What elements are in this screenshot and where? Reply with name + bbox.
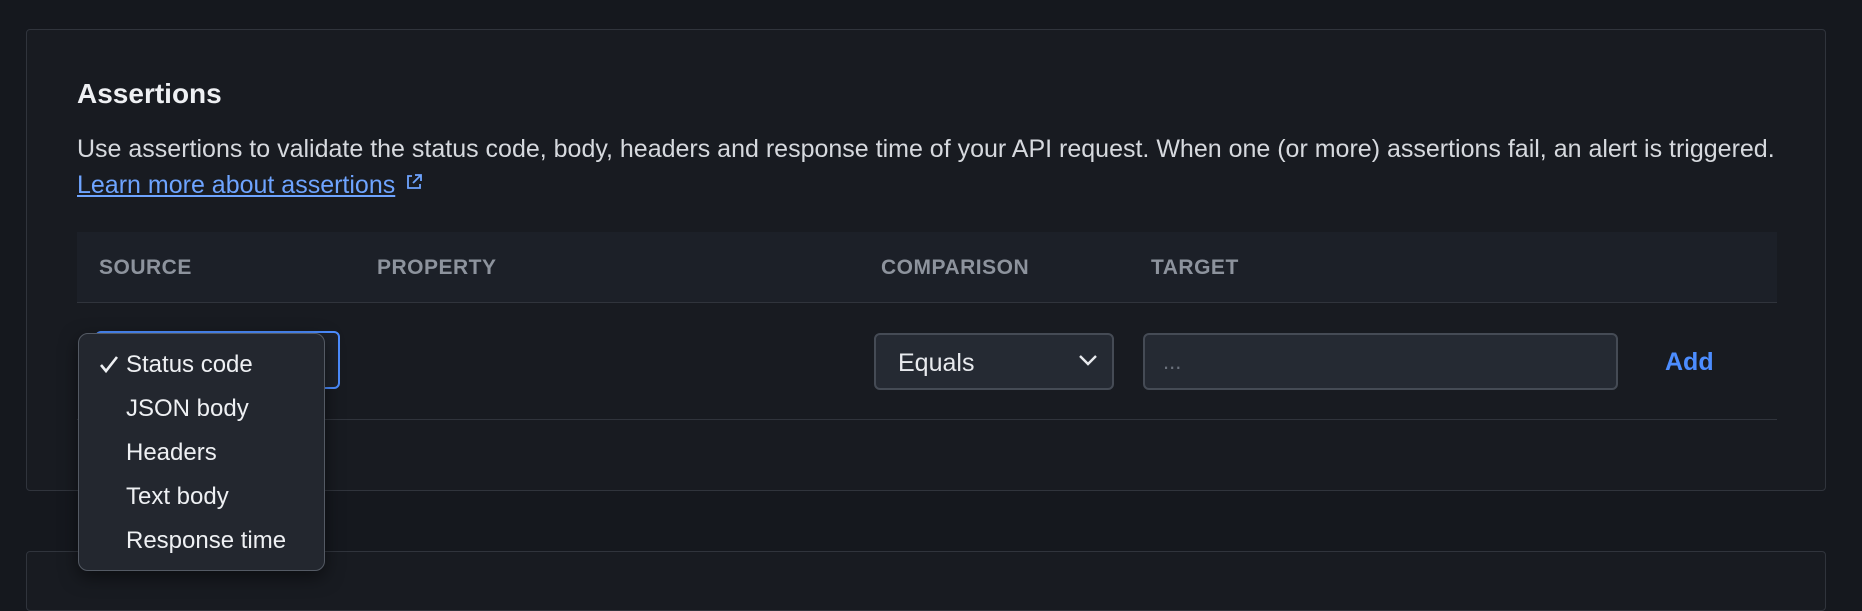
option-label: Response time — [126, 527, 287, 554]
header-property: PROPERTY — [377, 256, 497, 279]
chevron-down-icon — [1079, 355, 1097, 366]
description-text: Use assertions to validate the status co… — [77, 135, 1775, 163]
source-dropdown-menu: Status code JSON body Headers Text body … — [78, 333, 325, 571]
option-label: Text body — [126, 483, 229, 510]
header-comparison: COMPARISON — [881, 256, 1030, 279]
dropdown-option-text-body[interactable]: Text body — [79, 476, 324, 516]
section-description: Use assertions to validate the status co… — [77, 131, 1797, 203]
external-link-icon[interactable] — [405, 173, 423, 191]
option-label: Headers — [126, 439, 217, 466]
comparison-value: Equals — [898, 349, 975, 377]
dropdown-option-status-code[interactable]: Status code — [79, 344, 324, 384]
option-label: JSON body — [126, 395, 249, 422]
assertion-input-row: Equals Add — [77, 303, 1777, 420]
dropdown-option-response-time[interactable]: Response time — [79, 520, 324, 560]
section-title: Assertions — [77, 78, 222, 109]
target-input[interactable] — [1143, 333, 1618, 390]
header-source: SOURCE — [99, 256, 192, 279]
dropdown-option-json-body[interactable]: JSON body — [79, 388, 324, 428]
add-assertion-button[interactable]: Add — [1665, 348, 1714, 377]
learn-more-link[interactable]: Learn more about assertions — [77, 171, 395, 199]
header-target: TARGET — [1151, 256, 1239, 279]
comparison-select[interactable]: Equals — [874, 333, 1114, 390]
option-label: Status code — [126, 351, 253, 378]
checkmark-icon — [100, 356, 119, 374]
dropdown-option-headers[interactable]: Headers — [79, 432, 324, 472]
assertions-table-header: SOURCE PROPERTY COMPARISON TARGET — [77, 232, 1777, 303]
